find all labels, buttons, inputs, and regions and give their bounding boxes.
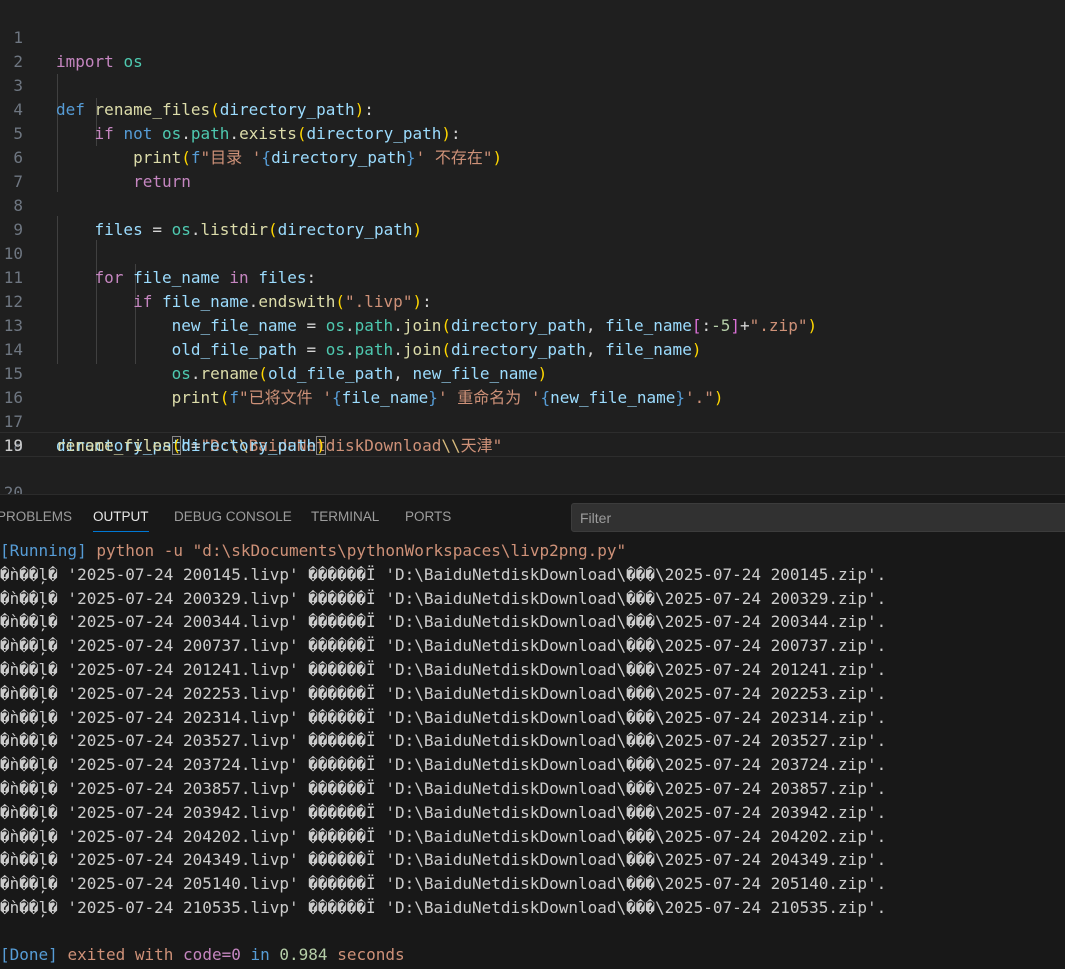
code-line[interactable]: 15 print(f"已将文件 '{file_name}' 重命名为 '{new…: [0, 338, 1065, 407]
tab-output[interactable]: OUTPUT: [93, 509, 149, 532]
output-line: �ǹ��ļ� '2025-07-24 210535.livp' ������Ϊ …: [0, 898, 887, 917]
output-line: �ǹ��ļ� '2025-07-24 200344.livp' ������Ϊ …: [0, 612, 887, 631]
tab-problems[interactable]: PROBLEMS: [0, 509, 72, 524]
tab-terminal[interactable]: TERMINAL: [311, 509, 379, 524]
done-tag: [Done]: [0, 945, 58, 964]
code-line[interactable]: 17 directory_path="D:\\BaiduNetdiskDownl…: [0, 386, 1065, 455]
code-line[interactable]: 18: [0, 410, 1065, 455]
tab-debug-console[interactable]: DEBUG CONSOLE: [174, 509, 292, 524]
code-editor[interactable]: 1 import os 2 3 def rename_files(directo…: [0, 0, 1065, 494]
output-line: �ǹ��ļ� '2025-07-24 203942.livp' ������Ϊ …: [0, 803, 887, 822]
code-line[interactable]: 16: [0, 362, 1065, 407]
output-line: �ǹ��ļ� '2025-07-24 200145.livp' ������Ϊ …: [0, 565, 887, 584]
code-line[interactable]: 11 if file_name.endswith(".livp"):: [0, 242, 1065, 311]
output-line: �ǹ��ļ� '2025-07-24 200329.livp' ������Ϊ …: [0, 589, 887, 608]
code-line[interactable]: 21: [0, 480, 1065, 494]
output-line: �ǹ��ļ� '2025-07-24 202253.livp' ������Ϊ …: [0, 684, 887, 703]
code-line[interactable]: 6 return: [0, 122, 1065, 191]
output-line: �ǹ��ļ� '2025-07-24 203527.livp' ������Ϊ …: [0, 731, 887, 750]
code-line[interactable]: 9: [0, 194, 1065, 239]
filter-input[interactable]: [571, 503, 1065, 532]
output-line: �ǹ��ļ� '2025-07-24 203857.livp' ������Ϊ …: [0, 779, 887, 798]
output-line: �ǹ��ļ� '2025-07-24 205140.livp' ������Ϊ …: [0, 874, 887, 893]
code-line[interactable]: 1 import os: [0, 2, 1065, 71]
code-line[interactable]: 3 def rename_files(directory_path):: [0, 50, 1065, 119]
code-line[interactable]: 7: [0, 146, 1065, 191]
output-line: �ǹ��ļ� '2025-07-24 204202.livp' ������Ϊ …: [0, 827, 887, 846]
code-line[interactable]: 4 if not os.path.exists(directory_path):: [0, 74, 1065, 143]
line-number: 19: [3, 436, 23, 455]
output-line: �ǹ��ļ� '2025-07-24 204349.livp' ������Ϊ …: [0, 850, 887, 869]
code-line[interactable]: 20: [0, 457, 1065, 494]
output-line: �ǹ��ļ� '2025-07-24 203724.livp' ������Ϊ …: [0, 755, 887, 774]
code-line[interactable]: 12 new_file_name = os.path.join(director…: [0, 266, 1065, 335]
running-tag: [Running]: [0, 541, 87, 560]
code-line[interactable]: 2: [0, 26, 1065, 71]
code-line[interactable]: 5 print(f"目录 '{directory_path}' 不存在"): [0, 98, 1065, 167]
bottom-panel: PROBLEMS OUTPUT DEBUG CONSOLE TERMINAL P…: [0, 494, 1065, 969]
code-line[interactable]: 10 for file_name in files:: [0, 218, 1065, 287]
output-running-line: [Running] python -u "d:\skDocuments\pyth…: [0, 539, 626, 563]
current-code-line[interactable]: 19 rename_files(directory_path): [0, 432, 1065, 457]
output-line: �ǹ��ļ� '2025-07-24 201241.livp' ������Ϊ …: [0, 660, 887, 679]
output-line: �ǹ��ļ� '2025-07-24 202314.livp' ������Ϊ …: [0, 708, 887, 727]
panel-tab-bar: PROBLEMS OUTPUT DEBUG CONSOLE TERMINAL P…: [0, 495, 1065, 539]
tab-ports[interactable]: PORTS: [405, 509, 451, 524]
running-command: python -u "d:\skDocuments\pythonWorkspac…: [96, 541, 627, 560]
code-line[interactable]: 8 files = os.listdir(directory_path): [0, 170, 1065, 239]
code-line[interactable]: 14 os.rename(old_file_path, new_file_nam…: [0, 314, 1065, 383]
code-line[interactable]: 13 old_file_path = os.path.join(director…: [0, 290, 1065, 359]
output-done-line: [Done] exited with code=0 in 0.984 secon…: [0, 945, 405, 964]
output-line: �ǹ��ļ� '2025-07-24 200737.livp' ������Ϊ …: [0, 636, 887, 655]
